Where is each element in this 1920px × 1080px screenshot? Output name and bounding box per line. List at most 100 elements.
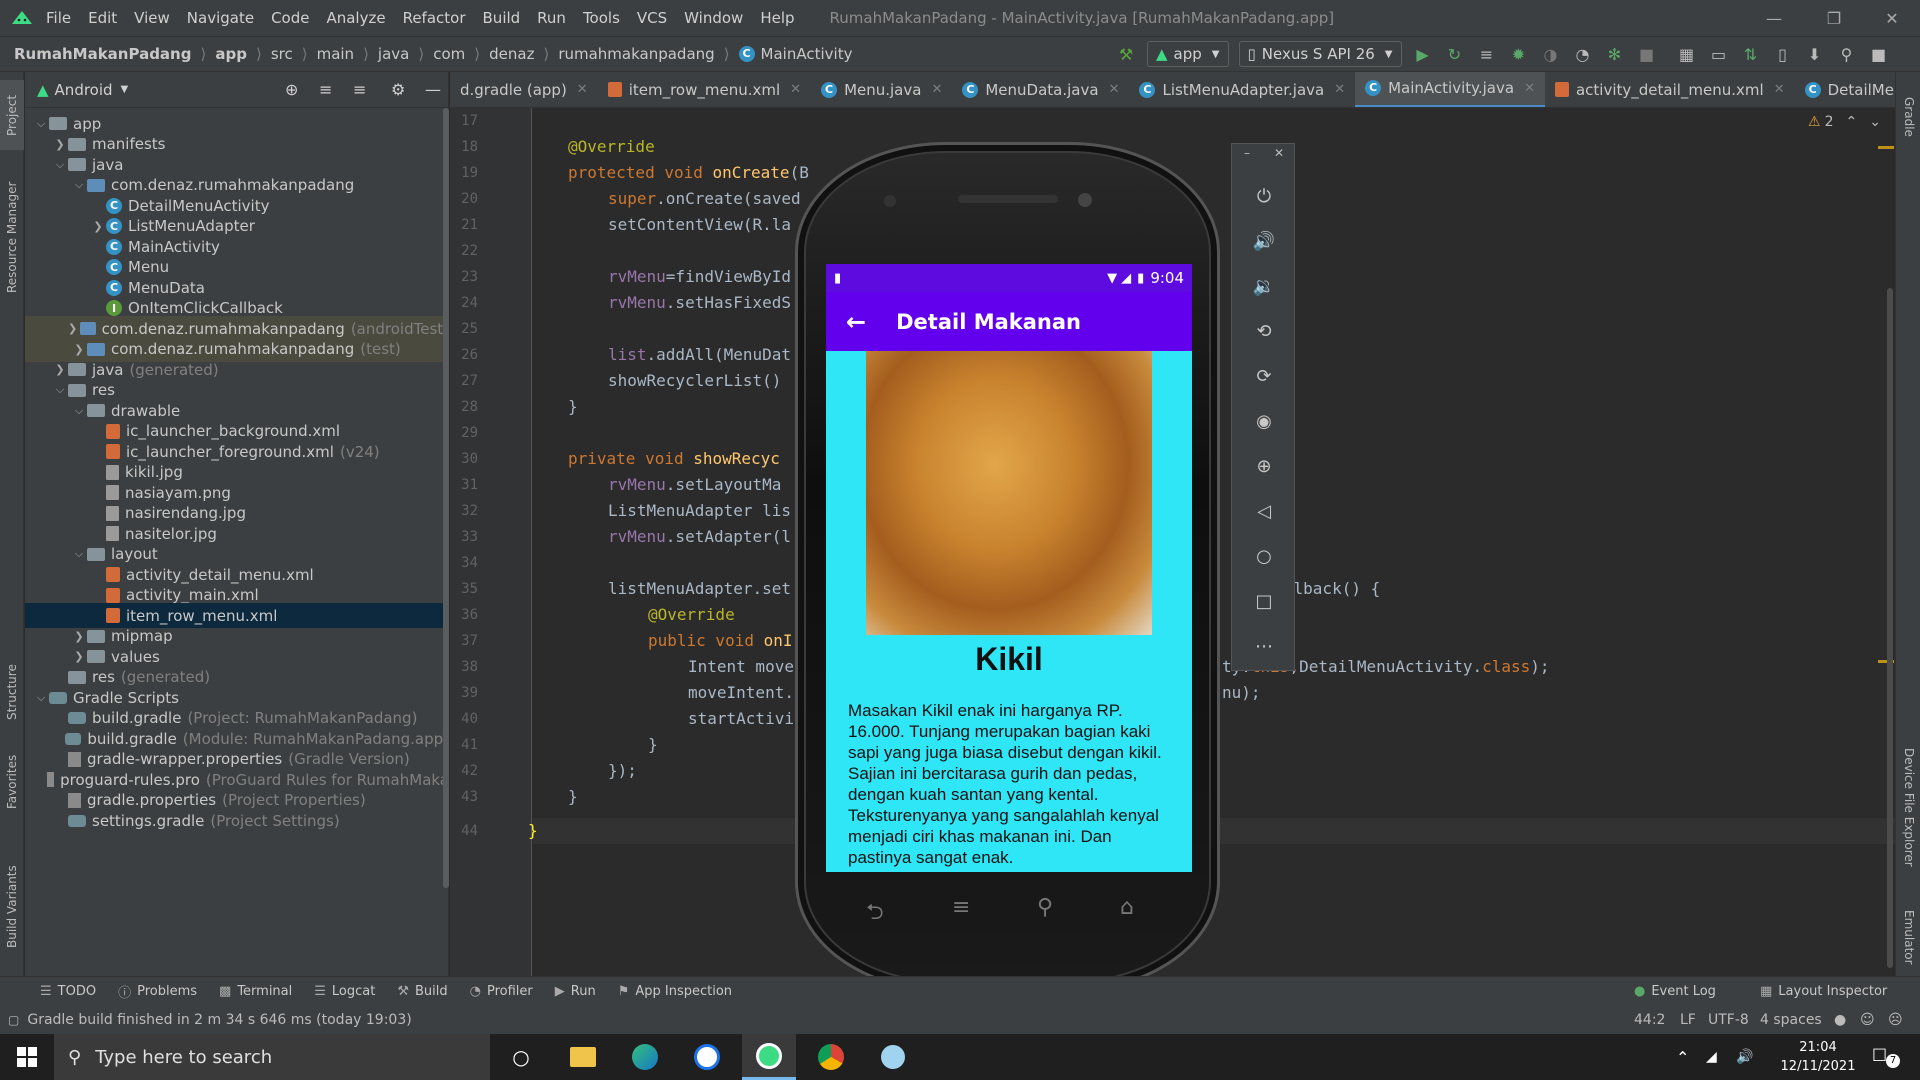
minimize-icon[interactable]: — <box>1746 0 1802 36</box>
lock-icon[interactable]: ● <box>1834 1012 1846 1028</box>
menu-vcs[interactable]: VCS <box>637 9 667 27</box>
device-manager-icon[interactable]: ▯ <box>1772 43 1794 65</box>
notification-face-icon[interactable]: ☹ <box>1888 1012 1903 1028</box>
chevron-down-icon[interactable]: ⌵ <box>33 691 49 705</box>
chevron-down-icon[interactable]: ⌵ <box>71 178 87 192</box>
toolwindow-problems[interactable]: ⓘ Problems <box>118 982 197 1001</box>
volume-down-icon[interactable]: 🔉 <box>1232 269 1296 303</box>
close-icon[interactable]: ✕ <box>790 82 801 97</box>
power-icon[interactable]: ⏻ <box>1232 179 1296 213</box>
status-toggle-icon[interactable]: ▢ <box>8 1013 19 1027</box>
search-icon[interactable]: ⚲ <box>1836 43 1858 65</box>
rotate-right-icon[interactable]: ⟳ <box>1232 359 1296 393</box>
tab-detailmenuactivity-java[interactable]: CDetailMenuActivity.java <box>1795 72 1895 107</box>
menu-file[interactable]: File <box>46 9 71 27</box>
toolwindow-logcat[interactable]: ☰ Logcat <box>314 984 375 999</box>
attach-debugger-icon[interactable]: ✻ <box>1604 43 1626 65</box>
close-icon[interactable]: ✕ <box>577 82 588 97</box>
file-explorer-icon[interactable] <box>556 1034 610 1080</box>
project-view-select[interactable]: Android <box>55 81 113 99</box>
start-button[interactable] <box>0 1034 54 1080</box>
volume-up-icon[interactable]: 🔊 <box>1232 224 1296 258</box>
toolwindow-app-inspection[interactable]: ⚑ App Inspection <box>618 984 732 999</box>
tree-scrollbar[interactable] <box>443 108 449 888</box>
close-icon[interactable]: ✕ <box>931 82 942 97</box>
sdk-manager-icon[interactable]: ⬇ <box>1804 43 1826 65</box>
toolwindow-build[interactable]: ⚒ Build <box>397 984 447 999</box>
chevron-right-icon[interactable]: ❯ <box>52 138 68 151</box>
breadcrumb-project[interactable]: RumahMakanPadang <box>14 45 191 63</box>
side-tab-emulator[interactable]: Emulator <box>1898 902 1920 972</box>
tree-node[interactable]: settings.gradle (Project Settings) <box>25 808 448 833</box>
emulator-taskbar-icon[interactable] <box>866 1034 920 1080</box>
close-icon[interactable]: ✕ <box>1109 82 1120 97</box>
breadcrumb-src[interactable]: src <box>271 45 293 63</box>
error-stripe-mark[interactable] <box>1878 146 1894 149</box>
toolwindow-todo[interactable]: ☰ TODO <box>40 984 96 999</box>
account-icon[interactable]: ■ <box>1868 43 1890 65</box>
breadcrumb-class[interactable]: MainActivity <box>761 45 853 63</box>
expand-all-icon[interactable]: ≡ <box>319 80 332 99</box>
stop-icon[interactable]: ■ <box>1636 43 1658 65</box>
apply-code-changes-icon[interactable]: ≡ <box>1476 43 1498 65</box>
chevron-right-icon[interactable]: ❯ <box>52 363 68 376</box>
menu-window[interactable]: Window <box>684 9 743 27</box>
phone-home-icon[interactable]: ⌂ <box>1120 895 1134 920</box>
edge-icon[interactable] <box>618 1034 672 1080</box>
hide-panel-icon[interactable]: — <box>425 80 441 99</box>
line-separator[interactable]: LF <box>1680 1012 1696 1028</box>
chevron-down-icon[interactable]: ⌄ <box>1869 114 1881 130</box>
toolwindow-event-log[interactable]: ● Event Log <box>1634 984 1716 999</box>
toolwindow-run[interactable]: ▶ Run <box>555 984 596 999</box>
close-icon[interactable]: ✕ <box>1864 0 1920 36</box>
tab-menudata-java[interactable]: C MenuData.java ✕ <box>952 72 1129 107</box>
chevron-down-icon[interactable]: ⌵ <box>71 547 87 561</box>
side-tab-structure[interactable]: Structure <box>0 652 24 732</box>
side-tab-build-variants[interactable]: Build Variants <box>0 852 24 962</box>
menu-help[interactable]: Help <box>760 9 794 27</box>
tab-mainactivity-java[interactable]: C MainActivity.java ✕ <box>1355 72 1545 107</box>
close-icon[interactable]: ✕ <box>1274 146 1284 160</box>
side-tab-resource-manager[interactable]: Resource Manager <box>0 162 24 312</box>
side-tab-gradle[interactable]: Gradle <box>1898 82 1920 152</box>
phone-search-icon[interactable]: ⚲ <box>1037 895 1053 920</box>
inspection-widget[interactable]: ⚠ 2 ⌃ ⌄ <box>1808 114 1881 130</box>
back-arrow-icon[interactable]: ← <box>846 308 866 336</box>
side-tab-device-file-explorer[interactable]: Device File Explorer <box>1898 722 1920 892</box>
chevron-right-icon[interactable]: ❯ <box>71 343 87 356</box>
chevron-down-icon[interactable]: ▼ <box>121 84 129 95</box>
home-icon[interactable]: ○ <box>1232 539 1296 573</box>
menu-analyze[interactable]: Analyze <box>326 9 385 27</box>
taskbar-clock[interactable]: 21:04 12/11/2021 <box>1776 1038 1860 1076</box>
speaker-icon[interactable]: 🔊 <box>1736 1049 1753 1065</box>
device-select[interactable]: ▯ Nexus S API 26 ▼ <box>1238 41 1402 67</box>
tab-listmenuadapter-java[interactable]: C ListMenuAdapter.java ✕ <box>1129 72 1355 107</box>
android-studio-taskbar-icon[interactable] <box>742 1034 796 1080</box>
minimize-icon[interactable]: – <box>1244 146 1250 160</box>
side-tab-favorites[interactable]: Favorites <box>0 742 24 822</box>
chevron-right-icon[interactable]: ❯ <box>66 322 80 335</box>
file-encoding[interactable]: UTF-8 <box>1708 1012 1749 1028</box>
camera-icon[interactable]: ◉ <box>1232 404 1296 438</box>
profile-icon[interactable]: ◔ <box>1572 43 1594 65</box>
memory-indicator-icon[interactable]: ☺ <box>1860 1012 1875 1028</box>
menu-edit[interactable]: Edit <box>88 9 117 27</box>
tab-menu-java[interactable]: C Menu.java ✕ <box>811 72 952 107</box>
run-config-select[interactable]: ▲ app ▼ <box>1147 41 1229 67</box>
menu-refactor[interactable]: Refactor <box>403 9 466 27</box>
menu-build[interactable]: Build <box>483 9 521 27</box>
breadcrumb-java[interactable]: java <box>378 45 409 63</box>
overview-icon[interactable]: □ <box>1232 584 1296 618</box>
tab-activity-detail-menu[interactable]: activity_detail_menu.xml ✕ <box>1545 72 1795 107</box>
apply-changes-icon[interactable]: ↻ <box>1444 43 1466 65</box>
collapse-all-icon[interactable]: ≡ <box>353 80 366 99</box>
emulator-screen[interactable]: ▮ ▼ ◢ ▮ 9:04 ← Detail Makanan Kikil Masa… <box>826 264 1192 872</box>
run-icon[interactable]: ▶ <box>1412 43 1434 65</box>
chevron-right-icon[interactable]: ❯ <box>90 220 106 233</box>
close-icon[interactable]: ✕ <box>1774 82 1785 97</box>
chevron-down-icon[interactable]: ⌵ <box>52 158 68 172</box>
toolwindow-terminal[interactable]: ▩ Terminal <box>219 984 292 999</box>
avd-manager-icon[interactable]: ▭ <box>1708 43 1730 65</box>
network-icon[interactable]: ◢ <box>1706 1049 1717 1065</box>
project-structure-icon[interactable]: ▦ <box>1676 43 1698 65</box>
